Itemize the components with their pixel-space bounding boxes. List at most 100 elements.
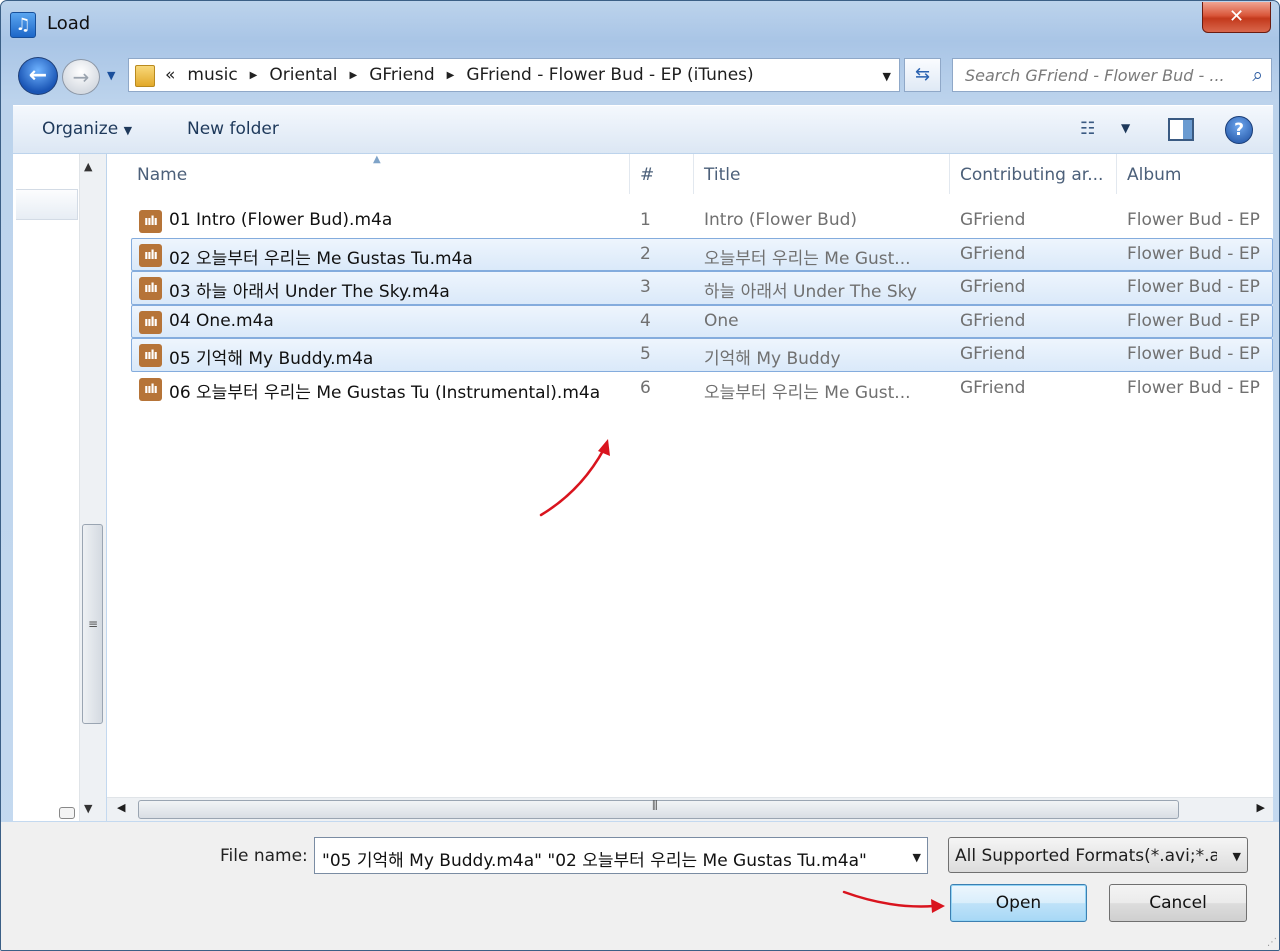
search-input[interactable]: Search GFriend - Flower Bud - ... ⌕	[952, 58, 1272, 92]
file-row[interactable]: ıılı 01 Intro (Flower Bud).m4a 1 Intro (Flo…	[131, 204, 1273, 238]
grip-icon: ≡	[88, 617, 99, 631]
file-name-cell: 06 오늘부터 우리는 Me Gustas Tu (Instrumental).…	[169, 382, 601, 403]
contributing-artist-cell: GFriend	[960, 344, 1026, 365]
column-divider[interactable]	[949, 154, 950, 194]
contributing-artist-cell: GFriend	[960, 310, 1026, 331]
track-number-cell: 4	[640, 310, 651, 331]
scroll-right-icon[interactable]: ▶	[1257, 801, 1265, 814]
album-cell: Flower Bud - EP	[1127, 210, 1260, 230]
album-cell: Flower Bud - EP	[1127, 377, 1260, 398]
refresh-icon[interactable]: ⇆	[904, 58, 941, 92]
column-header-row: ▲ Name # Title Contributing ar... Album	[107, 154, 1273, 196]
album-cell: Flower Bud - EP	[1127, 310, 1260, 331]
title-cell: 오늘부터 우리는 Me Gust...	[704, 248, 911, 269]
horizontal-scrollbar[interactable]: ◀ ⦀ ▶	[107, 797, 1273, 821]
title-cell: One	[704, 310, 739, 331]
file-name-field[interactable]: "05 기억해 My Buddy.m4a" "02 오늘부터 우리는 Me Gu…	[314, 837, 928, 874]
audio-file-icon: ıılı	[139, 210, 162, 233]
column-divider[interactable]	[693, 154, 694, 194]
recent-locations-dropdown[interactable]: ▼	[107, 69, 115, 82]
search-placeholder: Search GFriend - Flower Bud - ...	[965, 66, 1225, 85]
file-type-value: All Supported Formats(*.avi;*.asf	[955, 846, 1217, 866]
file-name-cell: 01 Intro (Flower Bud).m4a	[169, 210, 393, 230]
track-number-cell: 1	[640, 210, 651, 230]
navigation-item[interactable]	[16, 189, 78, 220]
music-app-icon: ♫	[10, 12, 36, 38]
file-rows: ıılı 01 Intro (Flower Bud).m4a 1 Intro (Flo…	[131, 204, 1273, 406]
breadcrumb-overflow[interactable]: «	[165, 65, 175, 85]
contributing-artist-cell: GFriend	[960, 210, 1026, 230]
file-row[interactable]: ıılı 06 오늘부터 우리는 Me Gustas Tu (Instrument…	[131, 372, 1273, 406]
column-header-contributing-artist[interactable]: Contributing ar...	[960, 165, 1103, 185]
column-header-name[interactable]: Name	[137, 165, 187, 185]
column-header-album[interactable]: Album	[1127, 165, 1181, 185]
track-number-cell: 3	[640, 277, 651, 298]
file-name-value: "05 기억해 My Buddy.m4a" "02 오늘부터 우리는 Me Gu…	[322, 851, 867, 871]
file-name-dropdown-icon[interactable]: ▼	[913, 851, 921, 864]
file-row[interactable]: ıılı 02 오늘부터 우리는 Me Gustas Tu.m4a 2 오늘부터 우리…	[131, 237, 1273, 272]
open-button[interactable]: Open	[950, 884, 1087, 922]
scroll-up-icon[interactable]: ▲	[84, 160, 92, 173]
chevron-right-icon[interactable]: ▶	[350, 70, 358, 81]
views-icon[interactable]: ☷	[1080, 119, 1095, 139]
title-cell: Intro (Flower Bud)	[704, 210, 858, 230]
contributing-artist-cell: GFriend	[960, 277, 1026, 298]
column-divider[interactable]	[1116, 154, 1117, 194]
column-divider[interactable]	[629, 154, 630, 194]
breadcrumb-current-folder[interactable]: GFriend - Flower Bud - EP (iTunes)	[466, 65, 753, 85]
grip-icon: ⦀	[652, 799, 658, 814]
track-number-cell: 2	[640, 243, 651, 264]
breadcrumb-oriental[interactable]: Oriental	[269, 65, 337, 85]
title-cell: 기억해 My Buddy	[704, 349, 841, 370]
window-title: Load	[47, 13, 91, 34]
preview-pane-icon[interactable]	[1168, 118, 1194, 141]
album-cell: Flower Bud - EP	[1127, 344, 1260, 365]
chevron-right-icon[interactable]: ▶	[447, 70, 455, 81]
track-number-cell: 6	[640, 377, 651, 398]
forward-arrow-icon[interactable]: →	[62, 59, 100, 95]
horizontal-scrollbar-thumb[interactable]: ⦀	[138, 799, 1179, 819]
file-name-cell: 04 One.m4a	[169, 310, 274, 331]
navigation-scrollbar[interactable]: ▲ ≡ ▼	[79, 154, 106, 821]
help-icon[interactable]: ?	[1225, 116, 1253, 144]
file-row[interactable]: ıılı 04 One.m4a 4 One GFriend Flower Bud - EP	[131, 304, 1273, 339]
dialog-footer: File name: "05 기억해 My Buddy.m4a" "02 오늘부…	[1, 822, 1279, 950]
chevron-right-icon[interactable]: ▶	[250, 70, 258, 81]
contributing-artist-cell: GFriend	[960, 377, 1026, 398]
audio-file-icon: ıılı	[139, 344, 162, 368]
breadcrumb-gfriend[interactable]: GFriend	[369, 65, 434, 85]
back-arrow-icon[interactable]: ←	[18, 57, 58, 95]
file-type-select[interactable]: All Supported Formats(*.avi;*.asf ▼	[948, 837, 1248, 873]
new-folder-button[interactable]: New folder	[187, 119, 279, 139]
address-bar[interactable]: « music ▶ Oriental ▶ GFriend ▶ GFriend -…	[128, 58, 900, 92]
file-list[interactable]: ▲ Name # Title Contributing ar... Album …	[107, 154, 1273, 797]
title-cell: 오늘부터 우리는 Me Gust...	[704, 382, 911, 403]
column-header-title[interactable]: Title	[704, 165, 740, 185]
audio-file-icon: ıılı	[139, 277, 162, 301]
file-row[interactable]: ıılı 05 기억해 My Buddy.m4a 5 기억해 My Buddy GFri…	[131, 338, 1273, 372]
file-row[interactable]: ıılı 03 하늘 아래서 Under The Sky.m4a 3 하늘 아래서 U…	[131, 271, 1273, 305]
resize-grip-icon[interactable]: ⋰	[1267, 937, 1277, 948]
scroll-left-icon[interactable]: ◀	[117, 801, 125, 814]
search-icon[interactable]: ⌕	[1252, 64, 1263, 86]
cancel-button[interactable]: Cancel	[1109, 884, 1247, 922]
audio-file-icon: ıılı	[139, 310, 162, 334]
chevron-down-icon: ▼	[1232, 850, 1241, 863]
scroll-down-icon[interactable]: ▼	[84, 802, 92, 815]
file-name-cell: 03 하늘 아래서 Under The Sky.m4a	[169, 282, 450, 303]
scrollbar-thumb[interactable]: ≡	[82, 524, 103, 724]
title-cell: 하늘 아래서 Under The Sky	[704, 282, 917, 303]
organize-button[interactable]: Organize ▼	[42, 119, 132, 139]
views-dropdown-icon[interactable]: ▼	[1121, 121, 1130, 135]
contributing-artist-cell: GFriend	[960, 243, 1026, 264]
address-dropdown-icon[interactable]: ▼	[883, 70, 891, 83]
close-button[interactable]: ✕	[1202, 2, 1271, 33]
breadcrumb-music[interactable]: music	[187, 65, 237, 85]
breadcrumb: « music ▶ Oriental ▶ GFriend ▶ GFriend -…	[165, 65, 754, 85]
file-name-cell: 05 기억해 My Buddy.m4a	[169, 349, 374, 370]
column-header-number[interactable]: #	[640, 165, 654, 185]
pane-resize-handle[interactable]	[59, 807, 75, 819]
audio-file-icon: ıılı	[139, 377, 162, 401]
track-number-cell: 5	[640, 344, 651, 365]
title-bar: ♫ Load ✕	[1, 1, 1279, 47]
